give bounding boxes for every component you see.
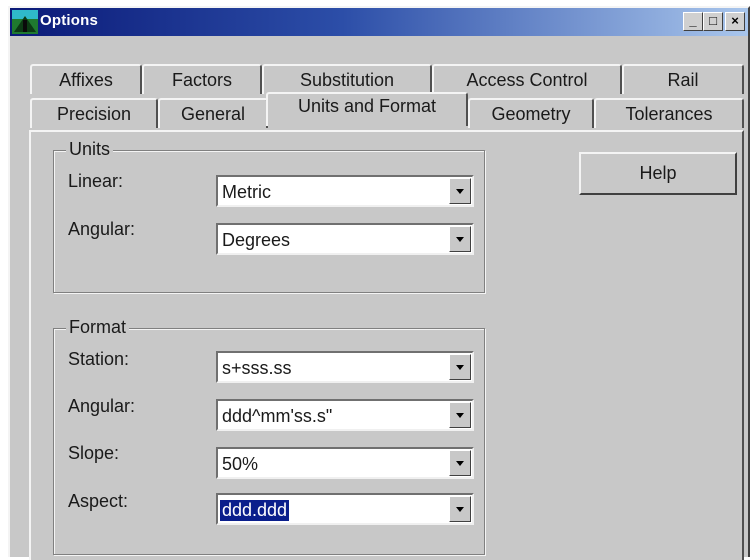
chevron-down-icon[interactable] <box>449 226 471 252</box>
minimize-button[interactable]: _ <box>683 12 703 31</box>
format-angular-label: Angular: <box>68 396 136 416</box>
format-angular-value: ddd^mm'ss.s" <box>222 406 333 426</box>
tab-tolerances[interactable]: Tolerances <box>594 98 744 128</box>
linear-select[interactable]: Metric <box>216 175 474 207</box>
station-label: Station: <box>68 349 130 369</box>
tab-geometry[interactable]: Geometry <box>468 98 594 128</box>
units-legend: Units <box>66 139 114 160</box>
slope-value: 50% <box>222 454 259 474</box>
chevron-down-icon[interactable] <box>449 496 471 522</box>
tab-rail[interactable]: Rail <box>622 64 744 94</box>
tab-substitution[interactable]: Substitution <box>262 64 432 94</box>
chevron-down-icon[interactable] <box>449 450 471 476</box>
linear-label: Linear: <box>68 171 124 191</box>
chevron-down-icon[interactable] <box>449 354 471 380</box>
aspect-value: ddd.ddd <box>220 500 290 521</box>
units-angular-label: Angular: <box>68 219 136 239</box>
tab-precision[interactable]: Precision <box>30 98 158 128</box>
linear-value: Metric <box>222 182 271 202</box>
units-group: Units Linear: Metric Angular: Degrees <box>53 139 485 293</box>
slope-select[interactable]: 50% <box>216 447 474 479</box>
tab-affixes[interactable]: Affixes <box>30 64 142 94</box>
chevron-down-icon[interactable] <box>449 178 471 204</box>
units-and-format-panel: Units Linear: Metric Angular: Degrees He… <box>29 130 744 560</box>
app-icon <box>12 10 38 34</box>
window-title: Options <box>40 12 99 29</box>
options-window: Options _ □ × Affixes Factors Substituti… <box>8 6 750 560</box>
aspect-select[interactable]: ddd.ddd <box>216 493 474 525</box>
format-group: Format Station: s+sss.ss Angular: ddd^mm… <box>53 317 485 555</box>
units-angular-value: Degrees <box>222 230 291 250</box>
tab-general[interactable]: General <box>158 98 268 128</box>
station-select[interactable]: s+sss.ss <box>216 351 474 383</box>
format-legend: Format <box>66 317 130 338</box>
aspect-label: Aspect: <box>68 491 129 511</box>
tab-units-and-format[interactable]: Units and Format <box>266 92 468 126</box>
station-value: s+sss.ss <box>222 358 292 378</box>
slope-label: Slope: <box>68 443 120 463</box>
units-angular-select[interactable]: Degrees <box>216 223 474 255</box>
maximize-button[interactable]: □ <box>703 12 723 31</box>
tab-access-control[interactable]: Access Control <box>432 64 622 94</box>
chevron-down-icon[interactable] <box>449 402 471 428</box>
format-angular-select[interactable]: ddd^mm'ss.s" <box>216 399 474 431</box>
close-button[interactable]: × <box>725 12 745 31</box>
title-bar[interactable]: Options _ □ × <box>10 8 748 36</box>
tab-factors[interactable]: Factors <box>142 64 262 94</box>
help-button[interactable]: Help <box>579 152 737 195</box>
